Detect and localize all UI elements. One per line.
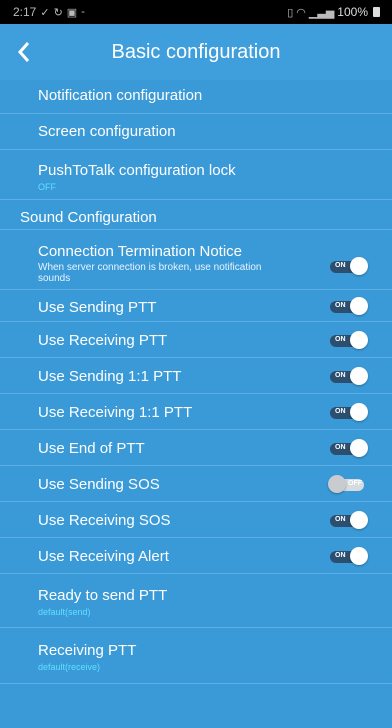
toggle-state: ON (335, 552, 346, 559)
setting-value: OFF (38, 182, 56, 192)
toggle-state: ON (335, 372, 346, 379)
chevron-left-icon (17, 42, 30, 62)
toggle-state: ON (335, 262, 346, 269)
toggle-switch[interactable]: ON (328, 547, 368, 565)
vibrate-icon: ▯ (287, 6, 294, 19)
toggle-switch[interactable]: ON (328, 511, 368, 529)
setting-label: Receiving PTT (38, 642, 137, 659)
image-icon: ▣ (66, 6, 78, 19)
setting-notification-configuration[interactable]: Notification configuration (0, 80, 392, 114)
toggle-switch[interactable]: OFF (328, 475, 368, 493)
toggle-knob (350, 297, 368, 315)
setting-use-receiving-1-1-ptt[interactable]: Use Receiving 1:1 PTT ON (0, 394, 392, 430)
toggle-knob (350, 367, 368, 385)
toggle-knob (350, 547, 368, 565)
setting-value: default(send) (38, 607, 91, 617)
battery-icon (373, 7, 380, 17)
setting-screen-configuration[interactable]: Screen configuration (0, 114, 392, 150)
section-title: Sound Configuration (20, 209, 157, 226)
dash: - (81, 6, 85, 18)
setting-use-receiving-ptt[interactable]: Use Receiving PTT ON (0, 322, 392, 358)
toggle-knob (328, 475, 346, 493)
toggle-switch[interactable]: ON (328, 403, 368, 421)
toggle-state: ON (335, 302, 346, 309)
setting-use-receiving-sos[interactable]: Use Receiving SOS ON (0, 502, 392, 538)
settings-list: Notification configuration Screen config… (0, 80, 392, 728)
toggle-state: ON (335, 444, 346, 451)
check-icon: ✓ (40, 6, 50, 19)
toggle-knob (350, 439, 368, 457)
toggle-state: ON (335, 516, 346, 523)
page-title: Basic configuration (111, 40, 281, 63)
toggle-switch[interactable]: ON (328, 297, 368, 315)
setting-ptt-configuration-lock[interactable]: PushToTalk configuration lock OFF (0, 150, 392, 200)
toggle-state: OFF (348, 480, 362, 487)
setting-label: Ready to send PTT (38, 587, 168, 604)
setting-label: PushToTalk configuration lock (38, 162, 236, 179)
toggle-switch[interactable]: ON (328, 257, 368, 275)
back-button[interactable] (0, 24, 48, 80)
setting-value: default(receive) (38, 662, 101, 672)
app-header: Basic configuration (0, 24, 392, 80)
toggle-switch[interactable]: ON (328, 331, 368, 349)
setting-use-sending-1-1-ptt[interactable]: Use Sending 1:1 PTT ON (0, 358, 392, 394)
wifi-icon: ◠ (296, 6, 306, 19)
toggle-knob (350, 403, 368, 421)
setting-label: Notification configuration (38, 87, 203, 104)
setting-use-end-of-ptt[interactable]: Use End of PTT ON (0, 430, 392, 466)
signal-icon: ▁▃▅ (308, 6, 335, 19)
toggle-switch[interactable]: ON (328, 367, 368, 385)
sync-icon: ↻ (53, 6, 63, 19)
setting-receiving-ptt[interactable]: Receiving PTT default(receive) (0, 628, 392, 684)
section-sound-configuration: Sound Configuration (0, 200, 392, 230)
setting-ready-to-send-ptt[interactable]: Ready to send PTT default(send) (0, 574, 392, 628)
toggle-state: ON (335, 336, 346, 343)
toggle-knob (350, 331, 368, 349)
setting-label: Screen configuration (38, 123, 176, 140)
setting-use-receiving-alert[interactable]: Use Receiving Alert ON (0, 538, 392, 574)
setting-use-sending-sos[interactable]: Use Sending SOS OFF (0, 466, 392, 502)
status-bar: 2:17 ✓ ↻ ▣ - ▯ ◠ ▁▃▅ 100% (0, 0, 392, 24)
status-time: 2:17 (13, 5, 37, 19)
setting-description: When server connection is broken, use no… (38, 262, 262, 284)
toggle-knob (350, 257, 368, 275)
toggle-knob (350, 511, 368, 529)
setting-use-sending-ptt[interactable]: Use Sending PTT ON (0, 290, 392, 322)
battery-percent: 100% (337, 5, 368, 19)
toggle-switch[interactable]: ON (328, 439, 368, 457)
setting-connection-termination-notice[interactable]: Connection Termination Notice When serve… (0, 230, 392, 290)
toggle-state: ON (335, 408, 346, 415)
